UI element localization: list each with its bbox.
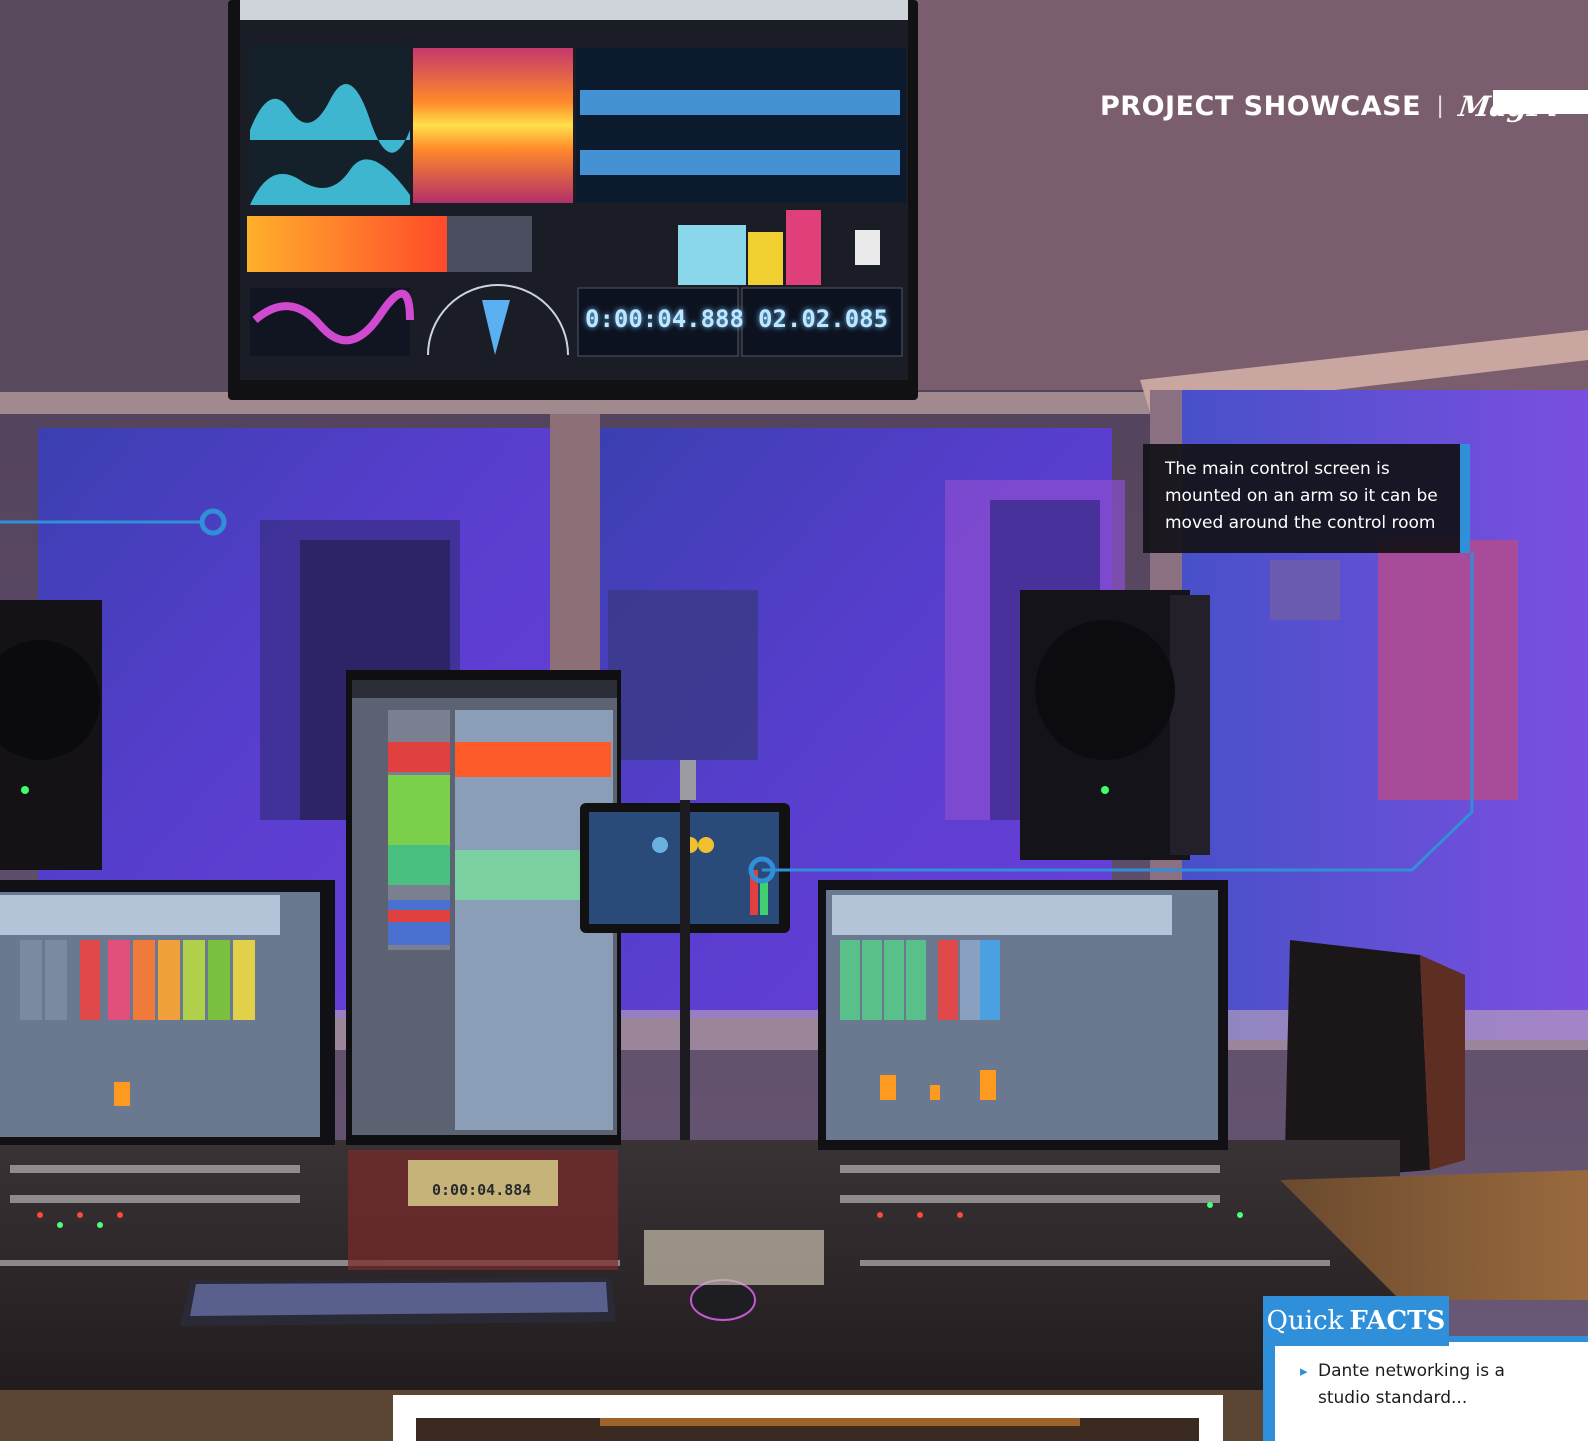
header-accent-bar xyxy=(1493,90,1588,114)
chevron-right-icon: ▸ xyxy=(1300,1363,1308,1380)
main-timecode-readout: 0:00:04.888 xyxy=(585,305,744,333)
quick-facts-title-light: Quick xyxy=(1266,1306,1344,1336)
callout-text: The main control screen is mounted on an… xyxy=(1165,459,1438,533)
callout-accent-edge xyxy=(1460,444,1470,553)
photo-caption-callout: The main control screen is mounted on an… xyxy=(1143,444,1460,553)
quick-facts-item: Dante networking is a studio standard... xyxy=(1318,1361,1505,1408)
studio-photo: 0:00:04.888 02.02.085 0:00:04.884 xyxy=(0,0,1588,1441)
page-header: PROJECT SHOWCASE | MagPi xyxy=(1100,86,1562,126)
section-title: PROJECT SHOWCASE xyxy=(1100,90,1422,122)
header-separator: | xyxy=(1437,92,1444,119)
secondary-timecode-readout: 02.02.085 xyxy=(758,305,889,333)
console-timecode-readout: 0:00:04.884 xyxy=(432,1181,532,1199)
quick-facts-title-bold: FACTS xyxy=(1349,1306,1446,1336)
studio-photo-illustration xyxy=(0,0,1588,1441)
quick-facts-title: Quick FACTS xyxy=(1263,1296,1449,1346)
